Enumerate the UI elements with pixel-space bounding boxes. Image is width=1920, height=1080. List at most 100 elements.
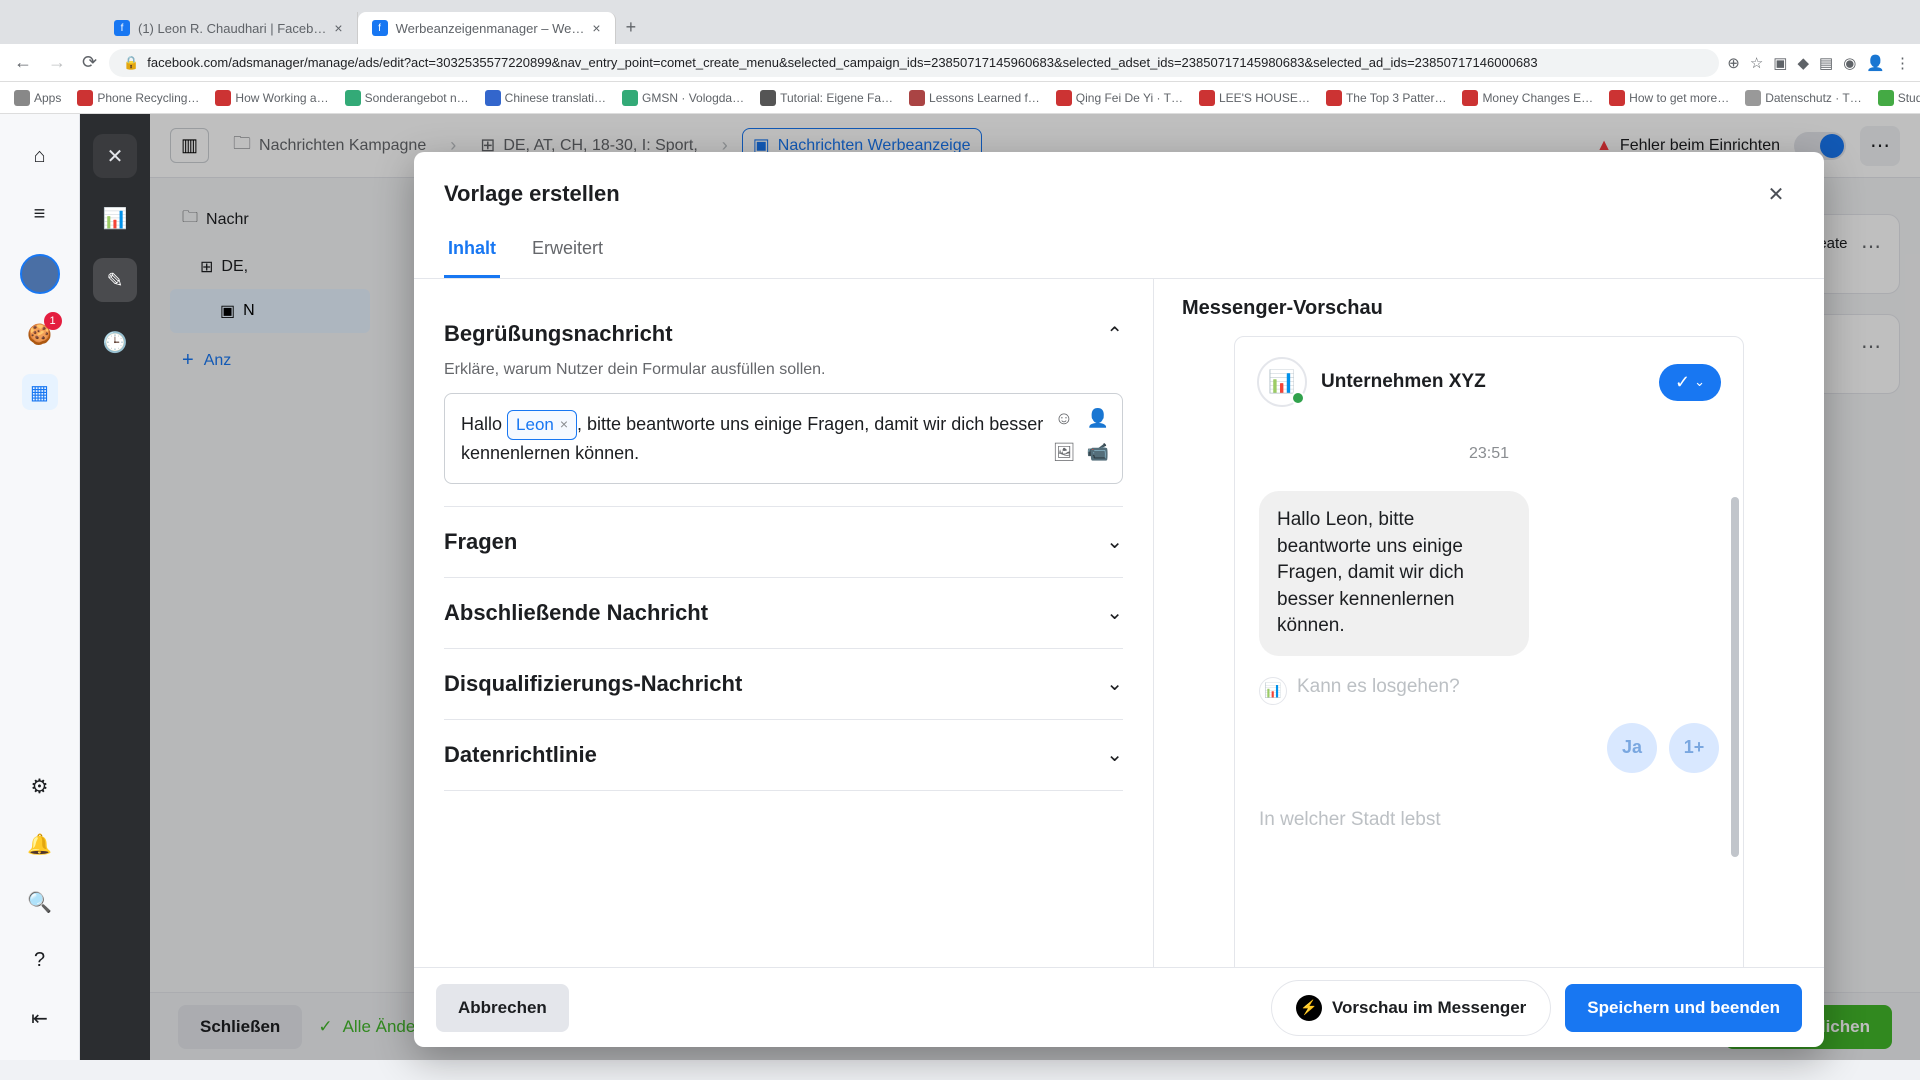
gear-icon[interactable]: ⚙: [22, 768, 58, 804]
zoom-icon[interactable]: ⊕: [1727, 54, 1740, 72]
forward-icon[interactable]: →: [44, 48, 70, 77]
star-icon[interactable]: ☆: [1750, 54, 1763, 72]
chat-message: Hallo Leon, bitte beantworte uns einige …: [1259, 491, 1529, 656]
bookmark-item[interactable]: LEE'S HOUSE…: [1199, 90, 1310, 106]
messenger-icon: ⚡: [1296, 995, 1322, 1021]
section-subtitle: Erkläre, warum Nutzer dein Formular ausf…: [444, 361, 1123, 379]
save-button[interactable]: Speichern und beenden: [1565, 984, 1802, 1032]
notification-badge: 1: [44, 312, 62, 330]
menu-icon[interactable]: ⋮: [1895, 54, 1910, 72]
chat-message: In welcher Stadt lebst: [1259, 803, 1441, 838]
edit-icon[interactable]: ✎: [93, 258, 137, 302]
chat-timestamp: 23:51: [1259, 445, 1719, 463]
extension-icon[interactable]: ▤: [1819, 54, 1833, 72]
bookmark-item[interactable]: How to get more…: [1609, 90, 1729, 106]
bookmark-item[interactable]: Sonderangebot n…: [345, 90, 469, 106]
scrollbar[interactable]: [1731, 497, 1739, 967]
section-disqualify[interactable]: Disqualifizierungs-Nachricht ⌄: [444, 657, 1123, 711]
bell-icon[interactable]: 🔔: [22, 826, 58, 862]
close-icon[interactable]: ✕: [1758, 176, 1794, 212]
apps-button[interactable]: Apps: [14, 90, 61, 106]
chevron-down-icon: ⌄: [1106, 600, 1123, 625]
browser-tab[interactable]: f Werbeanzeigenmanager – We… ×: [358, 12, 616, 44]
section-questions[interactable]: Fragen ⌄: [444, 515, 1123, 569]
profile-icon[interactable]: 👤: [1866, 54, 1885, 72]
cancel-button[interactable]: Abbrechen: [436, 984, 569, 1032]
video-add-icon[interactable]: 📹: [1084, 438, 1112, 466]
quick-reply-button[interactable]: Ja: [1607, 723, 1657, 773]
bookmarks-bar: Apps Phone Recycling… How Working a… Son…: [0, 82, 1920, 114]
toolbar-icons: ⊕ ☆ ▣ ◆ ▤ ◉ 👤 ⋮: [1727, 54, 1910, 72]
verified-pill: ✓⌄: [1659, 364, 1721, 401]
chevron-down-icon: ⌄: [1106, 671, 1123, 696]
reload-icon[interactable]: ⟳: [78, 48, 101, 77]
business-name: Unternehmen XYZ: [1321, 371, 1486, 393]
bookmark-item[interactable]: Lessons Learned f…: [909, 90, 1040, 106]
extension-icon[interactable]: ◉: [1843, 54, 1856, 72]
name-chip[interactable]: Leon×: [507, 410, 577, 440]
business-avatar: 📊: [1257, 357, 1307, 407]
emoji-icon[interactable]: ☺: [1050, 404, 1078, 432]
cookies-icon[interactable]: 🍪1: [22, 316, 58, 352]
facebook-favicon: f: [372, 20, 388, 36]
modal-footer: Abbrechen ⚡Vorschau im Messenger Speiche…: [414, 967, 1824, 1047]
chart-icon: 📊: [1268, 369, 1295, 395]
chart-icon[interactable]: 📊: [93, 196, 137, 240]
section-greeting[interactable]: Begrüßungsnachricht ⌃: [444, 307, 1123, 361]
bookmark-item[interactable]: Phone Recycling…: [77, 90, 199, 106]
quick-reply-button[interactable]: 1+: [1669, 723, 1719, 773]
bookmark-item[interactable]: How Working a…: [215, 90, 328, 106]
close-icon[interactable]: ×: [592, 20, 600, 36]
grid-icon[interactable]: ▦: [22, 374, 58, 410]
close-icon[interactable]: ×: [334, 20, 342, 36]
bookmark-item[interactable]: Datenschutz · T…: [1745, 90, 1861, 106]
clock-icon[interactable]: 🕒: [93, 320, 137, 364]
back-icon[interactable]: ←: [10, 48, 36, 77]
close-editor-icon[interactable]: ✕: [93, 134, 137, 178]
person-icon[interactable]: 👤: [1084, 404, 1112, 432]
bookmark-item[interactable]: Qing Fei De Yi · T…: [1056, 90, 1183, 106]
preview-button[interactable]: ⚡Vorschau im Messenger: [1271, 980, 1551, 1036]
chevron-up-icon: ⌃: [1106, 322, 1123, 347]
chevron-down-icon: ⌄: [1106, 742, 1123, 767]
url-text: facebook.com/adsmanager/manage/ads/edit?…: [147, 55, 1537, 70]
remove-chip-icon[interactable]: ×: [560, 414, 568, 435]
preview-column: Messenger-Vorschau 📊 Unternehmen XYZ ✓⌄ …: [1154, 279, 1824, 967]
extension-icon[interactable]: ▣: [1773, 54, 1787, 72]
tab-advanced[interactable]: Erweitert: [528, 222, 607, 278]
facebook-left-rail: ⌂ ≡ 🍪1 ▦ ⚙ 🔔 🔍 ? ⇤: [0, 114, 80, 1060]
section-closing[interactable]: Abschließende Nachricht ⌄: [444, 586, 1123, 640]
modal-title: Vorlage erstellen: [444, 181, 620, 207]
browser-tab[interactable]: f (1) Leon R. Chaudhari | Faceb… ×: [100, 12, 358, 44]
home-icon[interactable]: ⌂: [22, 138, 58, 174]
bookmark-item[interactable]: Chinese translati…: [485, 90, 606, 106]
chevron-down-icon: ⌄: [1106, 529, 1123, 554]
menu-icon[interactable]: ≡: [22, 196, 58, 232]
greeting-input[interactable]: Hallo Leon×, bitte beantworte uns einige…: [444, 393, 1123, 484]
bookmark-item[interactable]: Tutorial: Eigene Fa…: [760, 90, 893, 106]
facebook-favicon: f: [114, 20, 130, 36]
new-tab-button[interactable]: +: [616, 11, 647, 44]
collapse-icon[interactable]: ⇤: [22, 1000, 58, 1036]
help-icon[interactable]: ?: [22, 942, 58, 978]
tab-title: (1) Leon R. Chaudhari | Faceb…: [138, 21, 326, 36]
bookmark-item[interactable]: Student Wants an…: [1878, 90, 1920, 106]
address-bar[interactable]: 🔒 facebook.com/adsmanager/manage/ads/edi…: [109, 49, 1719, 77]
tab-content[interactable]: Inhalt: [444, 222, 500, 278]
bookmark-item[interactable]: Money Changes E…: [1462, 90, 1593, 106]
user-avatar[interactable]: [20, 254, 60, 294]
search-icon[interactable]: 🔍: [22, 884, 58, 920]
address-bar-row: ← → ⟳ 🔒 facebook.com/adsmanager/manage/a…: [0, 44, 1920, 82]
image-add-icon[interactable]: 🖼: [1050, 438, 1078, 466]
modal-tabs: Inhalt Erweitert: [414, 222, 1824, 279]
section-privacy[interactable]: Datenrichtlinie ⌄: [444, 728, 1123, 782]
online-dot-icon: [1291, 391, 1305, 405]
bookmark-item[interactable]: The Top 3 Patter…: [1326, 90, 1447, 106]
extension-icon[interactable]: ◆: [1797, 54, 1809, 72]
form-column: Begrüßungsnachricht ⌃ Erkläre, warum Nut…: [414, 279, 1154, 967]
bookmark-item[interactable]: GMSN · Vologda…: [622, 90, 744, 106]
chevron-down-icon: ⌄: [1694, 374, 1705, 390]
chat-message: Kann es losgehen?: [1297, 670, 1460, 705]
browser-tab-strip: f (1) Leon R. Chaudhari | Faceb… × f Wer…: [0, 0, 1920, 44]
preview-title: Messenger-Vorschau: [1182, 297, 1796, 320]
